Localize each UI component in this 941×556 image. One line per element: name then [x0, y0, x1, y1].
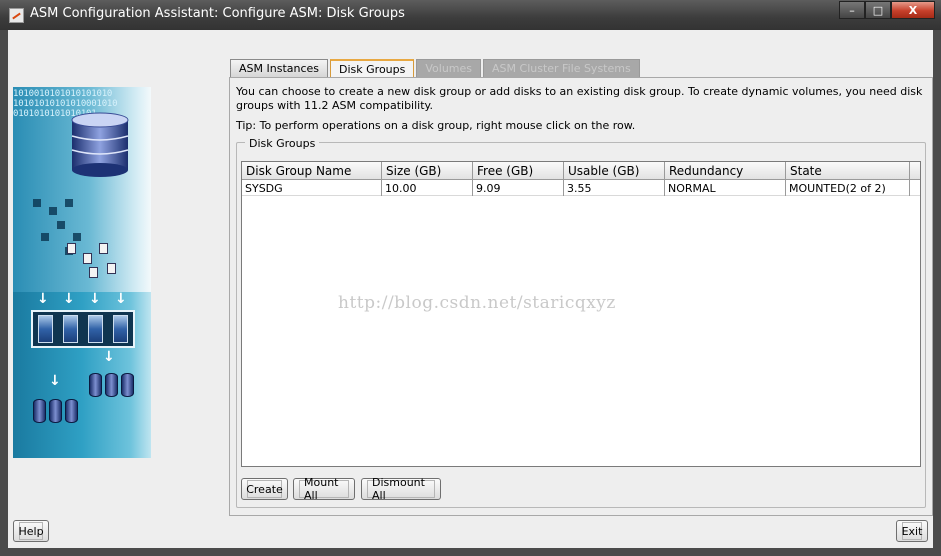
exit-button[interactable]: Exit [896, 520, 928, 542]
help-button[interactable]: Help [13, 520, 49, 542]
document-icon [83, 253, 92, 264]
app-window: ASM Configuration Assistant: Configure A… [0, 0, 941, 556]
disk-groups-panel: You can choose to create a new disk grou… [229, 77, 933, 516]
table-row[interactable]: SYSDG 10.00 9.09 3.55 NORMAL MOUNTED(2 o… [242, 180, 920, 196]
tab-asm-instances[interactable]: ASM Instances [230, 59, 329, 77]
column-header-redundancy[interactable]: Redundancy [665, 162, 786, 180]
column-header-usable[interactable]: Usable (GB) [564, 162, 665, 180]
banner-dot [41, 233, 49, 241]
banner-dot [73, 233, 81, 241]
app-icon [9, 8, 24, 23]
disk-icon [65, 399, 78, 423]
document-icon [67, 243, 76, 254]
close-button[interactable]: X [891, 1, 935, 19]
banner-dot [57, 221, 65, 229]
banner-bits-1: 1010010101010101010 [13, 89, 113, 99]
cell-size: 10.00 [382, 180, 473, 196]
tab-disk-groups[interactable]: Disk Groups [330, 59, 415, 77]
banner-bits-2: 10101010101010001010 [13, 99, 118, 109]
arrow-down-icon: ↓ [89, 291, 101, 307]
column-header-size[interactable]: Size (GB) [382, 162, 473, 180]
maximize-button[interactable]: □ [865, 1, 891, 19]
disk-icon [33, 399, 46, 423]
database-icon [71, 112, 129, 177]
tab-asm-cluster-file-systems: ASM Cluster File Systems [483, 59, 640, 77]
disk-icon [121, 373, 134, 397]
arrow-down-icon: ↓ [63, 291, 75, 307]
column-header-state[interactable]: State [786, 162, 910, 180]
exit-button-label: Exit [902, 522, 922, 540]
disk-icon [105, 373, 118, 397]
tab-strip: ASM Instances Disk Groups Volumes ASM Cl… [230, 59, 642, 77]
rack-slot [88, 315, 103, 343]
cell-disk-group-name: SYSDG [242, 180, 382, 196]
client-area: 1010010101010101010 10101010101010001010… [8, 30, 933, 548]
create-button[interactable]: Create [241, 478, 288, 500]
panel-tip: Tip: To perform operations on a disk gro… [236, 119, 636, 132]
side-banner-image: 1010010101010101010 10101010101010001010… [13, 87, 151, 458]
document-icon [107, 263, 116, 274]
arrow-down-icon: ↓ [115, 291, 127, 307]
window-title: ASM Configuration Assistant: Configure A… [30, 6, 405, 21]
document-icon [89, 267, 98, 278]
watermark-text: http://blog.csdn.net/staricqxyz [338, 293, 616, 313]
disk-groups-groupbox: Disk Groups Disk Group Name Size (GB) Fr… [236, 137, 926, 508]
mount-all-button[interactable]: Mount All [293, 476, 355, 502]
banner-dot [49, 207, 57, 215]
create-button-label: Create [246, 480, 283, 498]
banner-top: 1010010101010101010 10101010101010001010… [13, 87, 151, 292]
document-icon [99, 243, 108, 254]
banner-dot [65, 199, 73, 207]
disk-icon [49, 399, 62, 423]
title-bar[interactable]: ASM Configuration Assistant: Configure A… [0, 0, 941, 30]
help-button-label: Help [18, 522, 44, 540]
arrow-down-icon: ↓ [103, 349, 115, 365]
minimize-button[interactable]: – [839, 1, 865, 19]
arrow-down-icon: ↓ [49, 373, 61, 389]
column-header-disk-group-name[interactable]: Disk Group Name [242, 162, 382, 180]
window-controls: – □ X [839, 1, 935, 19]
rack-slot [113, 315, 128, 343]
groupbox-label: Disk Groups [245, 137, 320, 150]
tab-volumes: Volumes [416, 59, 482, 77]
storage-rack-icon [31, 310, 135, 348]
panel-description: You can choose to create a new disk grou… [236, 85, 923, 112]
rack-slot [38, 315, 53, 343]
cell-redundancy: NORMAL [665, 180, 786, 196]
disk-icon [89, 373, 102, 397]
dismount-all-button[interactable]: Dismount All [361, 476, 441, 502]
arrow-down-icon: ↓ [37, 291, 49, 307]
mount-all-button-label: Mount All [299, 476, 349, 502]
cell-free: 9.09 [473, 180, 564, 196]
cell-usable: 3.55 [564, 180, 665, 196]
cell-state: MOUNTED(2 of 2) [786, 180, 910, 196]
banner-dot [33, 199, 41, 207]
table-header: Disk Group Name Size (GB) Free (GB) Usab… [242, 162, 920, 180]
column-header-free[interactable]: Free (GB) [473, 162, 564, 180]
rack-slot [63, 315, 78, 343]
disk-groups-table[interactable]: Disk Group Name Size (GB) Free (GB) Usab… [241, 161, 921, 467]
dismount-all-button-label: Dismount All [367, 476, 435, 502]
